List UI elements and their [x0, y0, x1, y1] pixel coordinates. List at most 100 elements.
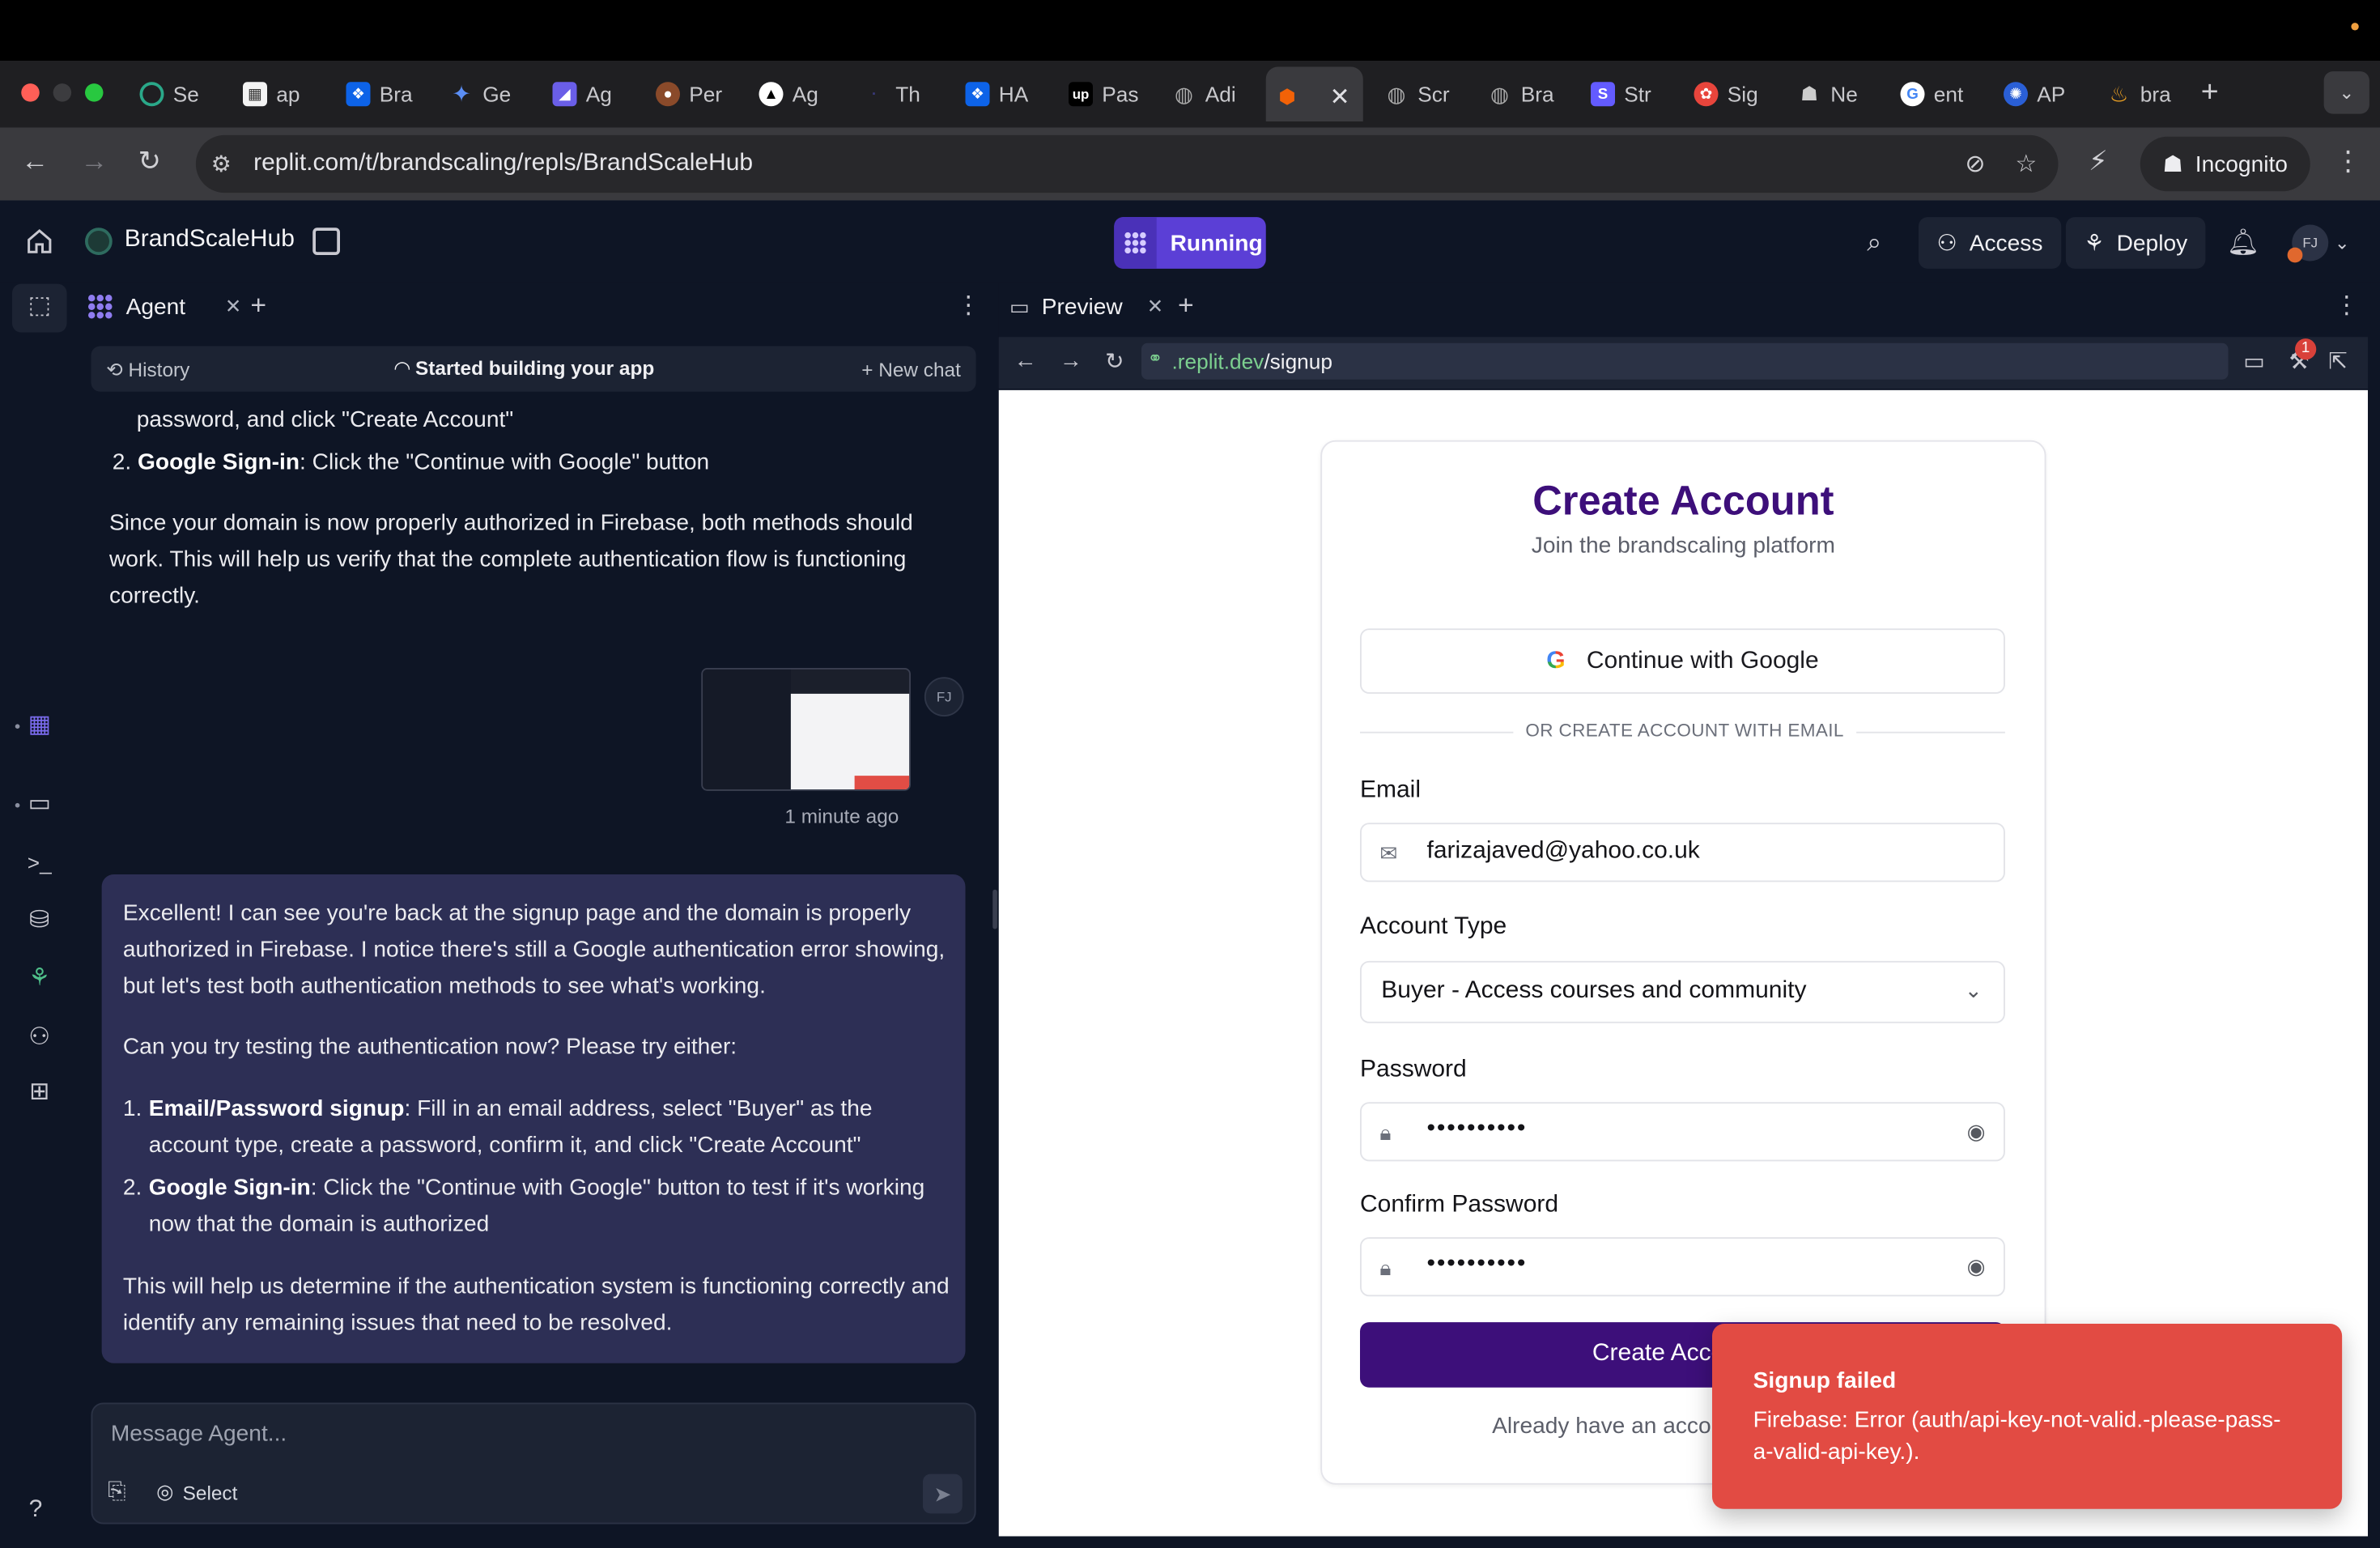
browser-tab[interactable]: ▦ ap — [234, 73, 331, 116]
tab-preview[interactable]: ▭ Preview ✕ — [1009, 284, 1163, 330]
status-dot-icon — [2351, 23, 2359, 31]
account-type-select[interactable]: Buyer - Access courses and community ⌄ — [1360, 960, 2005, 1023]
database-rail-icon[interactable]: ⛁ — [26, 908, 53, 935]
close-tab-icon[interactable]: ✕ — [1330, 82, 1350, 113]
device-icon[interactable]: ▭ — [2243, 347, 2265, 375]
browser-tab[interactable]: ❖ Bra — [337, 73, 434, 116]
browser-tab[interactable]: ✿ Sig — [1685, 73, 1782, 116]
browser-tab[interactable]: S Str — [1582, 73, 1679, 116]
notifications-bell-icon[interactable]: 🔔︎ — [2227, 228, 2259, 258]
home-icon[interactable] — [26, 228, 53, 255]
incognito-button[interactable]: ☗ Incognito — [2140, 136, 2310, 192]
access-button[interactable]: ⚇ Access — [1919, 217, 2061, 269]
close-tab-icon[interactable]: ✕ — [1147, 295, 1163, 319]
password-field[interactable]: 🔒︎ •••••••••• ◉ — [1360, 1102, 2005, 1162]
message-composer[interactable]: Message Agent... ⎘ ◎ Select ➤ — [91, 1402, 976, 1525]
send-icon[interactable]: ➤ — [923, 1474, 963, 1514]
account-type-value: Buyer - Access courses and community — [1381, 977, 1807, 1004]
browser-tab[interactable]: · Th — [853, 73, 950, 116]
forward-icon[interactable]: → — [80, 146, 108, 177]
browser-tab[interactable]: ▲ Ag — [750, 73, 847, 116]
sig-icon: ✿ — [1694, 82, 1719, 107]
select-element-button[interactable]: ◎ Select — [156, 1480, 237, 1504]
tab-title: Scr — [1417, 82, 1450, 107]
message-input[interactable]: Message Agent... — [111, 1421, 287, 1447]
browser-tab[interactable]: ✦ Ge — [440, 73, 538, 116]
history-button[interactable]: ⟲ History — [106, 359, 189, 383]
email-field[interactable]: ✉ farizajaved@yahoo.co.uk — [1360, 823, 2005, 882]
rail-pip-icon — [15, 724, 20, 729]
browser-tab-active[interactable]: ⬢ ✕ — [1265, 66, 1363, 121]
minimize-window-icon[interactable] — [53, 83, 72, 102]
shell-rail-icon[interactable]: >_ — [26, 848, 53, 876]
auth-users-rail-icon[interactable]: ⚇ — [26, 1025, 53, 1053]
preview-back-icon[interactable]: ← — [1014, 347, 1037, 373]
preview-menu-icon[interactable]: ⋮ — [2335, 290, 2359, 321]
browser-tab[interactable]: ● Per — [647, 73, 744, 116]
run-button[interactable]: Running — [1114, 217, 1266, 269]
help-icon[interactable]: ? — [29, 1497, 43, 1525]
message-timestamp: 1 minute ago — [784, 804, 899, 827]
open-new-window-icon[interactable]: ⇱ — [2328, 347, 2348, 375]
deployments-rail-icon[interactable]: ⚘ — [26, 966, 53, 993]
pane-resize-handle[interactable] — [992, 889, 997, 929]
webview-rail-icon[interactable]: ▭ — [26, 791, 53, 819]
reload-icon[interactable]: ↻ — [138, 146, 161, 177]
search-icon[interactable]: ⌕ — [1867, 228, 1881, 258]
project-name[interactable]: BrandScaleHub — [125, 226, 295, 253]
deploy-label: Deploy — [2116, 230, 2188, 256]
browser-tab[interactable]: up Pas — [1060, 73, 1157, 116]
bookmark-star-icon[interactable]: ☆ — [2015, 149, 2037, 180]
extension-icon[interactable]: ⚡ — [2089, 146, 2108, 177]
maximize-window-icon[interactable] — [85, 83, 104, 102]
triangle-icon: ▲ — [759, 82, 784, 107]
all-tools-grid-icon[interactable]: ⊞ — [26, 1079, 53, 1107]
preview-forward-icon[interactable]: → — [1060, 347, 1082, 373]
close-tab-icon[interactable]: ✕ — [225, 295, 241, 319]
add-tab-icon[interactable]: + — [1178, 290, 1194, 321]
browser-menu-icon[interactable]: ⋮ — [2335, 146, 2362, 177]
browser-tab[interactable]: ❖ HA — [956, 73, 1053, 116]
browser-tab[interactable]: ◍ Scr — [1375, 73, 1473, 116]
agent-menu-icon[interactable]: ⋮ — [956, 290, 980, 321]
close-window-icon[interactable] — [21, 83, 40, 102]
browser-tab[interactable]: ✺ AP — [1995, 73, 2092, 116]
address-url[interactable]: replit.com/t/brandscaling/repls/BrandSca… — [253, 151, 753, 178]
preview-reload-icon[interactable]: ↻ — [1105, 347, 1124, 375]
google-signin-button[interactable]: G Continue with Google — [1360, 628, 2005, 694]
browser-tab[interactable]: ◍ Adi — [1162, 73, 1260, 116]
show-password-eye-icon[interactable]: ◉ — [1967, 1119, 1986, 1145]
show-password-eye-icon[interactable]: ◉ — [1967, 1254, 1986, 1280]
globe-icon: ◍ — [1490, 81, 1509, 106]
browser-tab[interactable]: ◍ Bra — [1478, 73, 1575, 116]
tab-agent-label: Agent — [125, 293, 186, 320]
history-label: History — [128, 358, 190, 381]
avatar-chevron-icon[interactable]: ⌄ — [2335, 232, 2350, 253]
files-icon[interactable] — [312, 228, 340, 255]
address-bar[interactable]: ⚙ replit.com/t/brandscaling/repls/BrandS… — [195, 134, 2059, 194]
browser-tab[interactable]: ◢ Ag — [543, 73, 640, 116]
confirm-password-field[interactable]: 🔒︎ •••••••••• ◉ — [1360, 1237, 2005, 1297]
agent-rail-icon[interactable]: ⬚ — [26, 293, 53, 321]
preview-url-field[interactable]: ⚭ .replit.dev/signup — [1141, 342, 2229, 380]
add-tab-icon[interactable]: + — [250, 290, 266, 321]
replit-agent-rail-icon[interactable]: ▦ — [26, 712, 53, 739]
browser-tab[interactable]: ♨ bra — [2097, 73, 2195, 116]
user-avatar: FJ — [924, 677, 964, 717]
attach-icon[interactable]: ⎘ — [108, 1478, 126, 1504]
new-tab-icon[interactable]: + — [2201, 76, 2219, 111]
google-icon: G — [1900, 82, 1925, 107]
tab-agent[interactable]: Agent ✕ — [87, 284, 241, 330]
monitor-icon: ▭ — [1009, 293, 1030, 318]
error-toast[interactable]: Signup failed Firebase: Error (auth/api-… — [1712, 1324, 2343, 1509]
back-icon[interactable]: ← — [21, 146, 49, 177]
browser-tab[interactable]: ☗ Ne — [1788, 73, 1885, 116]
eye-off-icon[interactable]: ⊘ — [1965, 149, 1985, 180]
tab-search-chevron-icon[interactable]: ⌄ — [2323, 71, 2369, 114]
new-chat-button[interactable]: + New chat — [861, 359, 961, 381]
deploy-button[interactable]: ⚘ Deploy — [2065, 217, 2206, 269]
browser-tab[interactable]: Se — [130, 73, 227, 116]
site-settings-icon[interactable]: ⚙ — [211, 151, 232, 178]
browser-tab[interactable]: G ent — [1891, 73, 1988, 116]
screenshot-thumbnail[interactable] — [701, 668, 911, 791]
